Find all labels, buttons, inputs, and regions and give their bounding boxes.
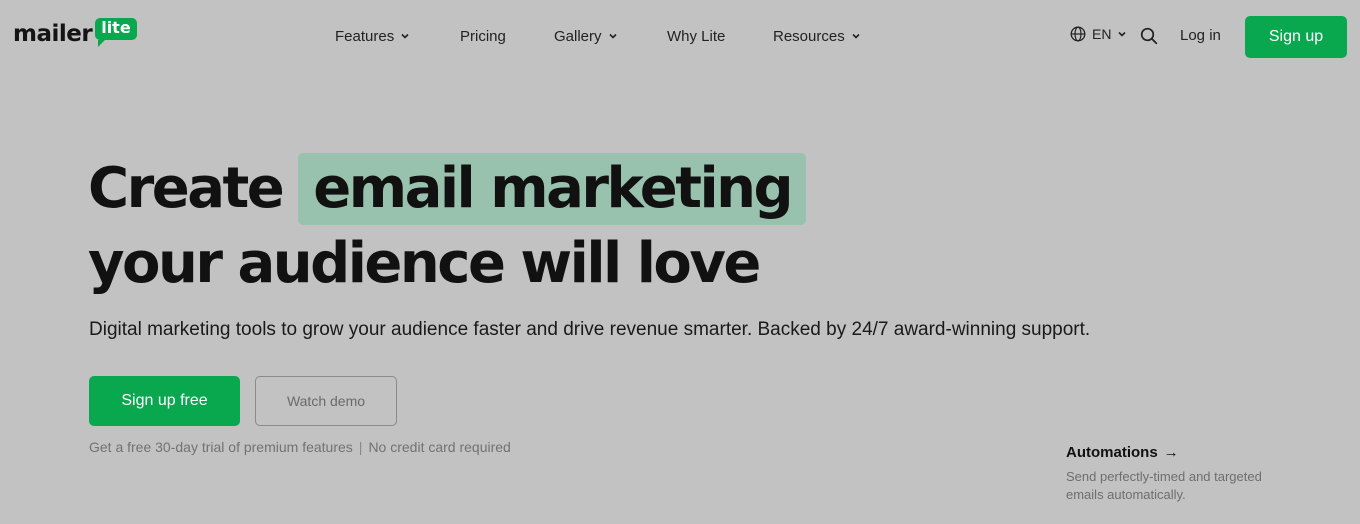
chevron-down-icon: [1118, 31, 1127, 37]
nav-why-lite-label: Why Lite: [667, 27, 726, 45]
nav-features[interactable]: Features: [335, 25, 410, 47]
feature-title[interactable]: Automations →: [1066, 444, 1306, 461]
nav-pricing[interactable]: Pricing: [460, 25, 506, 47]
trial-note-separator: |: [358, 439, 363, 455]
signup-button[interactable]: Sign up: [1245, 16, 1347, 58]
logo-wordmark: mailer: [13, 20, 93, 47]
nav-why-lite[interactable]: Why Lite: [667, 25, 725, 47]
hero-subtitle: Digital marketing tools to grow your aud…: [89, 319, 1091, 340]
mailerlite-logo[interactable]: mailer lite: [13, 18, 137, 47]
search-button[interactable]: [1140, 27, 1158, 50]
nav-gallery-label: Gallery: [554, 27, 602, 45]
hero-title-word: Create: [88, 156, 285, 221]
globe-icon: [1070, 26, 1086, 42]
hero-title-highlight: email marketing: [298, 153, 807, 225]
nav-gallery[interactable]: Gallery: [554, 25, 618, 47]
nav-resources[interactable]: Resources: [773, 25, 861, 47]
feature-description: Send perfectly-timed and targeted emails…: [1066, 469, 1262, 502]
hero-title-line-2: your audience will love: [88, 231, 761, 296]
signup-free-button[interactable]: Sign up free: [89, 376, 240, 426]
arrow-right-icon: →: [1163, 444, 1179, 461]
nav-resources-label: Resources: [773, 27, 845, 45]
nav-features-label: Features: [335, 27, 395, 45]
login-link[interactable]: Log in: [1180, 27, 1221, 44]
search-icon: [1140, 27, 1158, 45]
chevron-down-icon: [852, 33, 860, 39]
site-header: mailer lite Features Pricing Gallery Why…: [0, 0, 1360, 74]
chevron-down-icon: [401, 33, 409, 39]
logo-badge: lite: [95, 18, 137, 47]
nav-pricing-label: Pricing: [460, 27, 506, 45]
feature-title-label: Automations: [1066, 444, 1158, 461]
trial-note-right: No credit card required: [368, 439, 511, 455]
feature-card-automations[interactable]: Automations → Send perfectly-timed and t…: [1066, 444, 1306, 504]
hero-title-line-1: Create email marketing: [88, 153, 807, 225]
trial-note: Get a free 30-day trial of premium featu…: [89, 439, 511, 455]
watch-demo-button[interactable]: Watch demo: [255, 376, 397, 426]
language-selector[interactable]: EN: [1070, 26, 1127, 42]
language-label: EN: [1092, 26, 1112, 42]
chevron-down-icon: [608, 33, 617, 39]
trial-note-left: Get a free 30-day trial of premium featu…: [89, 439, 353, 455]
